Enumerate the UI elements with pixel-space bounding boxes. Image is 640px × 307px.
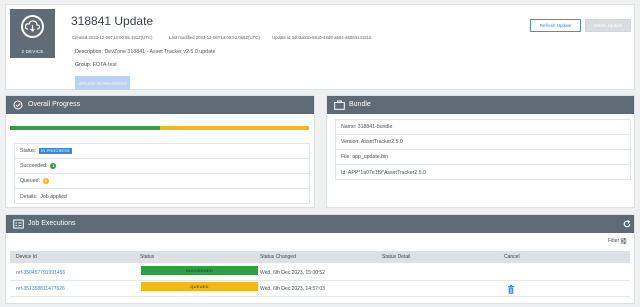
job-table-header: Device Id Status Status Changed Status D… xyxy=(10,251,630,263)
job-executions-title: Job Executions xyxy=(28,220,76,227)
device-id-link[interactable]: nrf-351358811477626 xyxy=(16,286,65,292)
device-count-label: 2 DEVICE xyxy=(21,49,44,54)
column-cancel: Cancel xyxy=(504,254,520,260)
bundle-header: Bundle xyxy=(327,96,634,114)
succeeded-count-badge: 1 xyxy=(50,163,57,169)
bundle-name-row: Name: 318841-bundle xyxy=(336,120,630,135)
status-label: Status: xyxy=(20,148,37,154)
status-changed-date: Wed, 6th Dec 2023, 14:57:03 xyxy=(260,286,325,292)
job-executions-header: Job Executions xyxy=(6,215,634,233)
bundle-id-row: Id: APP*1a07e1f9*AssetTracker2.5.0 xyxy=(341,169,426,176)
queued-row: Queued: 1 xyxy=(15,174,309,189)
delete-update-button[interactable]: Delete Update xyxy=(585,19,631,32)
created-timestamp: Created 2023-12-06T14:00:55.191Z(UTC) xyxy=(72,35,153,40)
description-label: Description: xyxy=(75,49,103,55)
overall-progress-title: Overall Progress xyxy=(28,101,81,108)
group-row: Group: FOTA-test xyxy=(75,62,117,68)
bundle-title: Bundle xyxy=(349,101,371,108)
table-row: nrf-350457791991456 SUCCEEDED Wed, 6th D… xyxy=(10,266,630,281)
description-value: DevZone 318841 - Asset Tracker v2.5.0 up… xyxy=(104,49,216,55)
device-id-link[interactable]: nrf-350457791991456 xyxy=(16,270,65,276)
filter-icon xyxy=(620,238,627,244)
details-value: Job applied xyxy=(40,193,67,200)
overall-progress-bar xyxy=(10,126,309,130)
group-label: Group: xyxy=(75,62,92,68)
page-title: 318841 Update xyxy=(71,14,154,28)
queued-count-badge: 1 xyxy=(42,178,49,184)
filter-control[interactable]: Filter xyxy=(608,238,627,244)
job-status-badge: SUCCEEDED xyxy=(141,266,258,275)
job-list-icon xyxy=(13,219,24,229)
job-status-badge: QUEUED xyxy=(141,282,258,291)
bundle-file-row: File: app_update.bin xyxy=(336,150,630,165)
column-device-id: Device Id xyxy=(16,254,37,260)
progress-check-icon xyxy=(13,100,23,110)
succeeded-label: Succeeded: xyxy=(20,163,48,169)
cloud-download-icon xyxy=(21,15,44,38)
refresh-update-button[interactable]: Refresh Update xyxy=(530,19,581,32)
briefcase-icon xyxy=(334,100,345,110)
queued-label: Queued: xyxy=(20,178,40,184)
update-header-card: 2 DEVICE 318841 Update Created 2023-12-0… xyxy=(5,4,635,90)
filter-label: Filter xyxy=(608,238,620,244)
modified-timestamp: Last modified 2023-12-06T14:00:52.066Z(U… xyxy=(169,35,260,40)
progress-succeeded-fill xyxy=(10,126,160,130)
column-status: Status xyxy=(140,254,155,260)
status-badge: IN PROGRESS xyxy=(39,148,72,154)
succeeded-row: Succeeded: 1 xyxy=(15,159,309,174)
column-status-detail: Status Detail xyxy=(382,254,411,260)
details-label: Details: xyxy=(20,193,38,200)
refresh-icon[interactable] xyxy=(623,220,631,228)
update-status-button[interactable]: UPDATE IN PROGRESS xyxy=(75,76,130,90)
device-tile: 2 DEVICE xyxy=(10,9,55,58)
group-value: FOTA-test xyxy=(92,62,117,68)
overall-progress-list: Status: IN PROGRESS Succeeded: 1 Queued:… xyxy=(14,143,310,204)
bundle-list: Name: 318841-bundle Version: AssetTracke… xyxy=(335,119,631,180)
overall-progress-header: Overall Progress xyxy=(6,96,314,114)
description-row: Description: DevZone 318841 - Asset Trac… xyxy=(75,49,215,55)
details-row: Details: Job applied xyxy=(15,189,309,204)
status-row: Status: IN PROGRESS xyxy=(15,144,309,159)
bundle-version-row: Version: AssetTracker2.5.0 xyxy=(336,135,630,150)
update-id: Update id 3d03ab1b-5910-48d8-a504-a50531… xyxy=(272,35,372,40)
status-changed-date: Wed, 6th Dec 2023, 15:00:52 xyxy=(260,270,325,276)
table-row: nrf-351358811477626 QUEUED Wed, 6th Dec … xyxy=(10,282,630,297)
cancel-trash-icon[interactable] xyxy=(508,285,514,294)
column-status-changed: Status Changed xyxy=(260,254,296,260)
